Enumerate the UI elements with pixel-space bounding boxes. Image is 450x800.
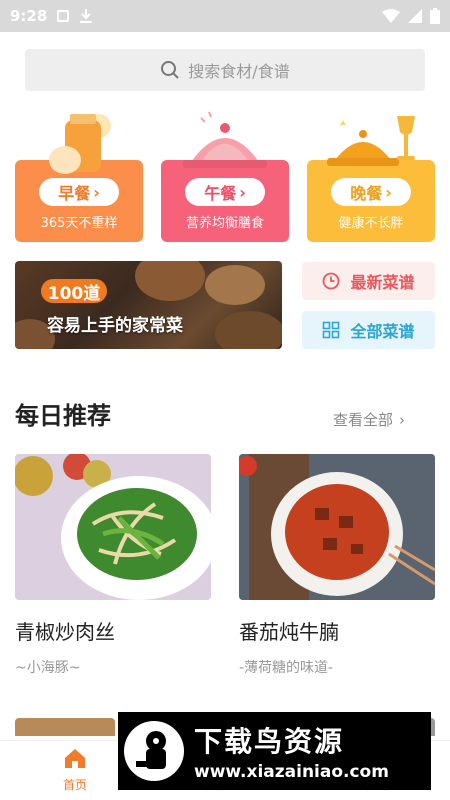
notification-icon	[57, 10, 70, 22]
recipe-image	[15, 718, 115, 736]
see-all-label: 查看全部	[333, 411, 394, 429]
status-time: 9:28	[10, 7, 48, 25]
chevron-right-icon: ›	[399, 410, 406, 429]
banner-dish-image	[205, 265, 265, 305]
tomato-brisket-image	[239, 454, 435, 600]
chevron-right-icon: ›	[93, 182, 100, 202]
banner-text: 容易上手的家常菜	[47, 316, 183, 336]
status-bar: 9:28	[0, 0, 450, 32]
recipe-image[interactable]	[239, 454, 435, 600]
latest-recipes-label: 最新菜谱	[350, 273, 415, 292]
watermark-url: www.xiazainiao.com	[194, 762, 389, 782]
dinner-button[interactable]: 晚餐 ›	[331, 178, 411, 206]
battery-icon	[430, 8, 440, 24]
recipe-image[interactable]	[15, 454, 211, 600]
breakfast-subtitle: 365天不重样	[40, 216, 118, 231]
dinner-subtitle: 健康不长胖	[338, 216, 404, 231]
watermark-logo-icon	[124, 721, 184, 781]
daily-recommend-title: 每日推荐	[15, 402, 111, 430]
watermark-title: 下载鸟资源	[194, 725, 345, 758]
lunch-label: 午餐	[204, 184, 237, 203]
pepper-pork-image	[15, 454, 211, 600]
dinner-card[interactable]: 晚餐 › 健康不长胖	[307, 108, 435, 242]
breakfast-card[interactable]: 早餐 › 365天不重样	[15, 108, 143, 242]
nav-home[interactable]: 首页	[40, 747, 110, 793]
wifi-icon	[382, 9, 400, 23]
dinner-label: 晚餐	[350, 184, 383, 203]
recipe-author: -薄荷糖的味道-	[239, 660, 334, 676]
see-all-link[interactable]: 查看全部 ›	[333, 409, 405, 430]
recipe-author: ~小海豚~	[15, 660, 81, 676]
watermark: 下载鸟资源 www.xiazainiao.com	[118, 712, 431, 790]
all-recipes-label: 全部菜谱	[350, 322, 415, 341]
chevron-right-icon: ›	[385, 182, 392, 202]
breakfast-label: 早餐	[58, 184, 91, 203]
lunch-subtitle: 营养均衡膳食	[185, 216, 264, 231]
banner-badge: 100道	[41, 279, 107, 304]
grid-icon	[323, 321, 340, 339]
search-icon	[161, 61, 180, 79]
lunch-card[interactable]: 午餐 › 营养均衡膳食	[161, 108, 289, 242]
recipe-name[interactable]: 青椒炒肉丝	[15, 616, 115, 645]
nav-home-label: 首页	[62, 778, 87, 792]
download-icon	[80, 9, 93, 23]
banner-dish-image	[135, 261, 205, 301]
clock-icon	[323, 272, 340, 290]
recipe-name[interactable]: 番茄炖牛腩	[239, 616, 339, 645]
search-placeholder: 搜索食材/食谱	[188, 62, 290, 81]
breakfast-button[interactable]: 早餐 ›	[39, 178, 119, 206]
lunch-illustration-icon	[183, 111, 267, 168]
banner-dish-image	[215, 311, 282, 349]
home-dishes-banner[interactable]: 100道 容易上手的家常菜	[15, 261, 282, 349]
all-recipes-button[interactable]: 全部菜谱	[302, 311, 435, 349]
signal-icon	[408, 9, 422, 23]
dinner-illustration-icon	[327, 116, 415, 166]
latest-recipes-button[interactable]: 最新菜谱	[302, 262, 435, 300]
home-icon	[65, 749, 85, 768]
breakfast-illustration-icon	[49, 114, 111, 174]
chevron-right-icon: ›	[239, 182, 246, 202]
search-bar[interactable]: 搜索食材/食谱	[25, 49, 425, 91]
lunch-button[interactable]: 午餐 ›	[185, 178, 265, 206]
